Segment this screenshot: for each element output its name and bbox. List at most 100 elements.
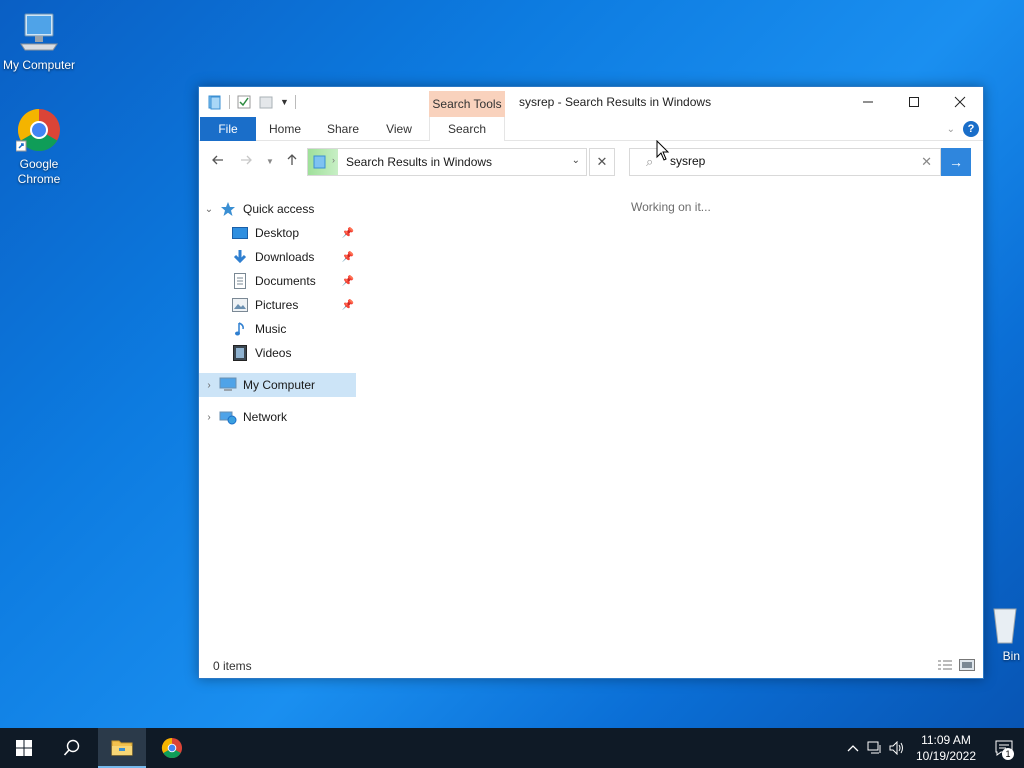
nav-item-downloads[interactable]: Downloads 📌 bbox=[199, 245, 356, 269]
details-view-icon[interactable] bbox=[937, 659, 953, 674]
chevron-up-icon[interactable] bbox=[842, 728, 864, 768]
nav-item-music[interactable]: Music bbox=[199, 317, 356, 341]
taskbar-clock[interactable]: 11:09 AM 10/19/2022 bbox=[908, 732, 984, 764]
customize-toolbar-chevron-icon[interactable]: ▼ bbox=[280, 97, 289, 107]
forward-arrow-icon bbox=[241, 155, 252, 165]
desktop-icon-chrome[interactable]: Google Chrome bbox=[0, 107, 79, 187]
nav-item-pictures[interactable]: Pictures 📌 bbox=[199, 293, 356, 317]
chevron-right-icon[interactable]: › bbox=[199, 380, 219, 391]
start-button[interactable] bbox=[0, 728, 48, 768]
up-button[interactable] bbox=[283, 153, 301, 171]
toolbar-separator bbox=[229, 95, 230, 109]
tab-file[interactable]: File bbox=[200, 117, 256, 141]
search-tools-context-tab: Search Tools bbox=[429, 91, 505, 117]
file-explorer-icon bbox=[111, 740, 133, 756]
network-tray-icon[interactable] bbox=[864, 728, 886, 768]
volume-icon[interactable] bbox=[886, 728, 908, 768]
tab-share[interactable]: Share bbox=[317, 117, 369, 141]
quick-access-toolbar: ▼ bbox=[207, 93, 296, 111]
desktop-icon-label: Bin bbox=[1002, 649, 1020, 663]
breadcrumb-chevron-icon: › bbox=[332, 155, 335, 165]
nav-item-documents[interactable]: Documents 📌 bbox=[199, 269, 356, 293]
desktop-icon bbox=[231, 225, 249, 241]
large-icons-view-icon[interactable] bbox=[959, 659, 975, 674]
notification-count-badge: 1 bbox=[1002, 748, 1014, 760]
address-text: Search Results in Windows bbox=[346, 155, 493, 169]
document-icon bbox=[231, 273, 249, 289]
nav-item-label: Desktop bbox=[255, 226, 300, 240]
search-box[interactable]: ⌕ ✕ bbox=[629, 148, 941, 176]
properties-icon[interactable] bbox=[236, 94, 252, 110]
title-bar[interactable]: ▼ Search Tools sysrep - Search Results i… bbox=[199, 87, 983, 117]
new-folder-icon[interactable] bbox=[258, 94, 274, 110]
forward-button[interactable] bbox=[237, 153, 255, 171]
close-button[interactable] bbox=[937, 87, 983, 117]
toolbar-separator bbox=[294, 95, 296, 109]
pin-icon[interactable]: 📌 bbox=[342, 300, 354, 311]
desktop-icon-my-computer[interactable]: My Computer bbox=[0, 10, 79, 73]
nav-item-quick-access[interactable]: ⌄ Quick access bbox=[199, 197, 356, 221]
clock-time: 11:09 AM bbox=[921, 733, 971, 747]
address-bar[interactable]: › Search Results in Windows ⌄ bbox=[307, 148, 587, 176]
status-bar: 0 items bbox=[199, 654, 983, 678]
explorer-window: ▼ Search Tools sysrep - Search Results i… bbox=[198, 86, 984, 679]
nav-item-videos[interactable]: Videos bbox=[199, 341, 356, 365]
nav-item-desktop[interactable]: Desktop 📌 bbox=[199, 221, 356, 245]
nav-item-my-computer[interactable]: › My Computer bbox=[199, 373, 356, 397]
search-go-button[interactable]: → bbox=[941, 148, 971, 176]
search-icon: ⌕ bbox=[646, 154, 654, 169]
download-arrow-icon bbox=[231, 249, 249, 265]
search-status-message: Working on it... bbox=[631, 200, 711, 214]
taskbar-chrome[interactable] bbox=[148, 728, 196, 768]
taskbar: 11:09 AM 10/19/2022 1 bbox=[0, 728, 1024, 768]
nav-item-label: My Computer bbox=[243, 378, 316, 392]
maximize-icon bbox=[909, 97, 919, 107]
action-center-button[interactable]: 1 bbox=[984, 728, 1024, 768]
search-input[interactable] bbox=[670, 154, 900, 168]
nav-item-label: Documents bbox=[255, 274, 316, 288]
recent-locations-chevron-icon[interactable]: ▼ bbox=[261, 153, 279, 171]
network-icon bbox=[219, 409, 237, 425]
help-icon[interactable]: ? bbox=[963, 121, 979, 137]
recycle-bin-icon bbox=[993, 608, 1017, 644]
tab-view[interactable]: View bbox=[373, 117, 425, 141]
chrome-icon bbox=[161, 737, 183, 759]
tab-search[interactable]: Search bbox=[429, 117, 505, 141]
computer-icon bbox=[20, 13, 58, 51]
desktop-icon-label: My Computer bbox=[2, 58, 76, 72]
back-arrow-icon bbox=[212, 155, 223, 165]
minimize-button[interactable] bbox=[845, 87, 891, 117]
window-title: sysrep - Search Results in Windows bbox=[519, 95, 712, 109]
pin-icon[interactable]: 📌 bbox=[342, 228, 354, 239]
stop-search-button[interactable]: ✕ bbox=[589, 148, 615, 176]
taskbar-search-button[interactable] bbox=[48, 728, 96, 768]
chevron-down-icon[interactable]: ⌄ bbox=[199, 204, 219, 215]
nav-item-label: Downloads bbox=[255, 250, 315, 264]
nav-item-label: Music bbox=[255, 322, 287, 336]
tab-home[interactable]: Home bbox=[259, 117, 311, 141]
back-button[interactable] bbox=[209, 153, 227, 171]
star-icon bbox=[219, 201, 237, 217]
pin-icon[interactable]: 📌 bbox=[342, 252, 354, 263]
nav-item-label: Pictures bbox=[255, 298, 299, 312]
taskbar-file-explorer[interactable] bbox=[98, 728, 146, 768]
address-dropdown-chevron-icon[interactable]: ⌄ bbox=[572, 155, 580, 166]
navigation-bar: ▼ › Search Results in Windows ⌄ ✕ ⌕ ✕ → bbox=[199, 147, 983, 177]
pin-icon[interactable]: 📌 bbox=[342, 276, 354, 287]
chrome-icon bbox=[16, 108, 60, 152]
minimize-icon bbox=[863, 101, 873, 103]
close-icon bbox=[954, 96, 966, 108]
mouse-cursor-icon bbox=[656, 140, 670, 161]
nav-item-label: Quick access bbox=[243, 202, 315, 216]
expand-ribbon-chevron-icon[interactable]: ⌄ bbox=[947, 124, 955, 135]
music-note-icon bbox=[231, 321, 249, 337]
chevron-right-icon[interactable]: › bbox=[199, 412, 219, 423]
nav-item-label: Network bbox=[243, 410, 288, 424]
search-icon bbox=[63, 739, 80, 756]
desktop-icon-label: Google Chrome bbox=[17, 157, 61, 186]
nav-item-network[interactable]: › Network bbox=[199, 405, 356, 429]
maximize-button[interactable] bbox=[891, 87, 937, 117]
item-count: 0 items bbox=[213, 659, 252, 673]
nav-item-label: Videos bbox=[255, 346, 292, 360]
clear-search-icon[interactable]: ✕ bbox=[921, 154, 932, 170]
